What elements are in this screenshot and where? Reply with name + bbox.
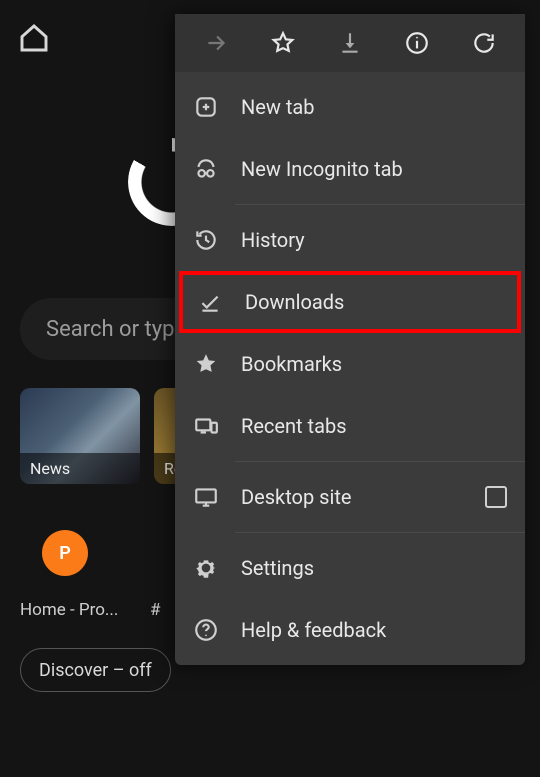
menu-item-label: Desktop site [241,485,351,509]
gear-icon [193,555,219,581]
favorite-hash: # [150,600,160,620]
tile-news[interactable]: News [20,388,140,484]
overflow-menu: New tab New Incognito tab History Downlo… [175,14,525,665]
menu-history[interactable]: History [175,209,525,271]
desktop-site-checkbox[interactable] [485,486,507,508]
menu-separator [235,532,525,533]
menu-desktop-site[interactable]: Desktop site [175,466,525,528]
plus-square-icon [193,94,219,120]
menu-bookmarks[interactable]: Bookmarks [175,333,525,395]
history-icon [193,227,219,253]
star-filled-icon [193,351,219,377]
menu-separator [235,204,525,205]
favorite-label: Home - Pro... [20,600,140,620]
menu-body: New tab New Incognito tab History Downlo… [175,72,525,665]
favorite-chip[interactable]: P [42,530,88,576]
menu-item-label: New Incognito tab [241,157,403,181]
reload-icon[interactable] [471,30,497,56]
discover-label: Discover – off [39,660,152,681]
menu-item-label: Bookmarks [241,352,342,376]
menu-item-label: Help & feedback [241,618,386,642]
menu-item-label: Recent tabs [241,414,347,438]
home-icon[interactable] [18,22,50,58]
menu-help[interactable]: Help & feedback [175,599,525,661]
devices-icon [193,413,219,439]
forward-icon[interactable] [203,30,229,56]
menu-settings[interactable]: Settings [175,537,525,599]
menu-item-label: Downloads [245,290,344,314]
discover-toggle[interactable]: Discover – off [20,648,171,692]
info-icon[interactable] [404,30,430,56]
incognito-icon [193,156,219,182]
menu-new-tab[interactable]: New tab [175,76,525,138]
menu-recent-tabs[interactable]: Recent tabs [175,395,525,457]
menu-item-label: New tab [241,95,315,119]
star-icon[interactable] [270,30,296,56]
tile-label: News [20,453,140,484]
favorite-initial: P [59,543,71,564]
menu-item-label: Settings [241,556,314,580]
desktop-icon [193,484,219,510]
menu-downloads[interactable]: Downloads [179,271,521,333]
help-icon [193,617,219,643]
menu-separator [235,461,525,462]
menu-item-label: History [241,228,305,252]
menu-action-row [175,14,525,72]
download-icon[interactable] [337,30,363,56]
search-placeholder: Search or typ [46,317,174,342]
menu-incognito[interactable]: New Incognito tab [175,138,525,200]
downloads-done-icon [197,289,223,315]
